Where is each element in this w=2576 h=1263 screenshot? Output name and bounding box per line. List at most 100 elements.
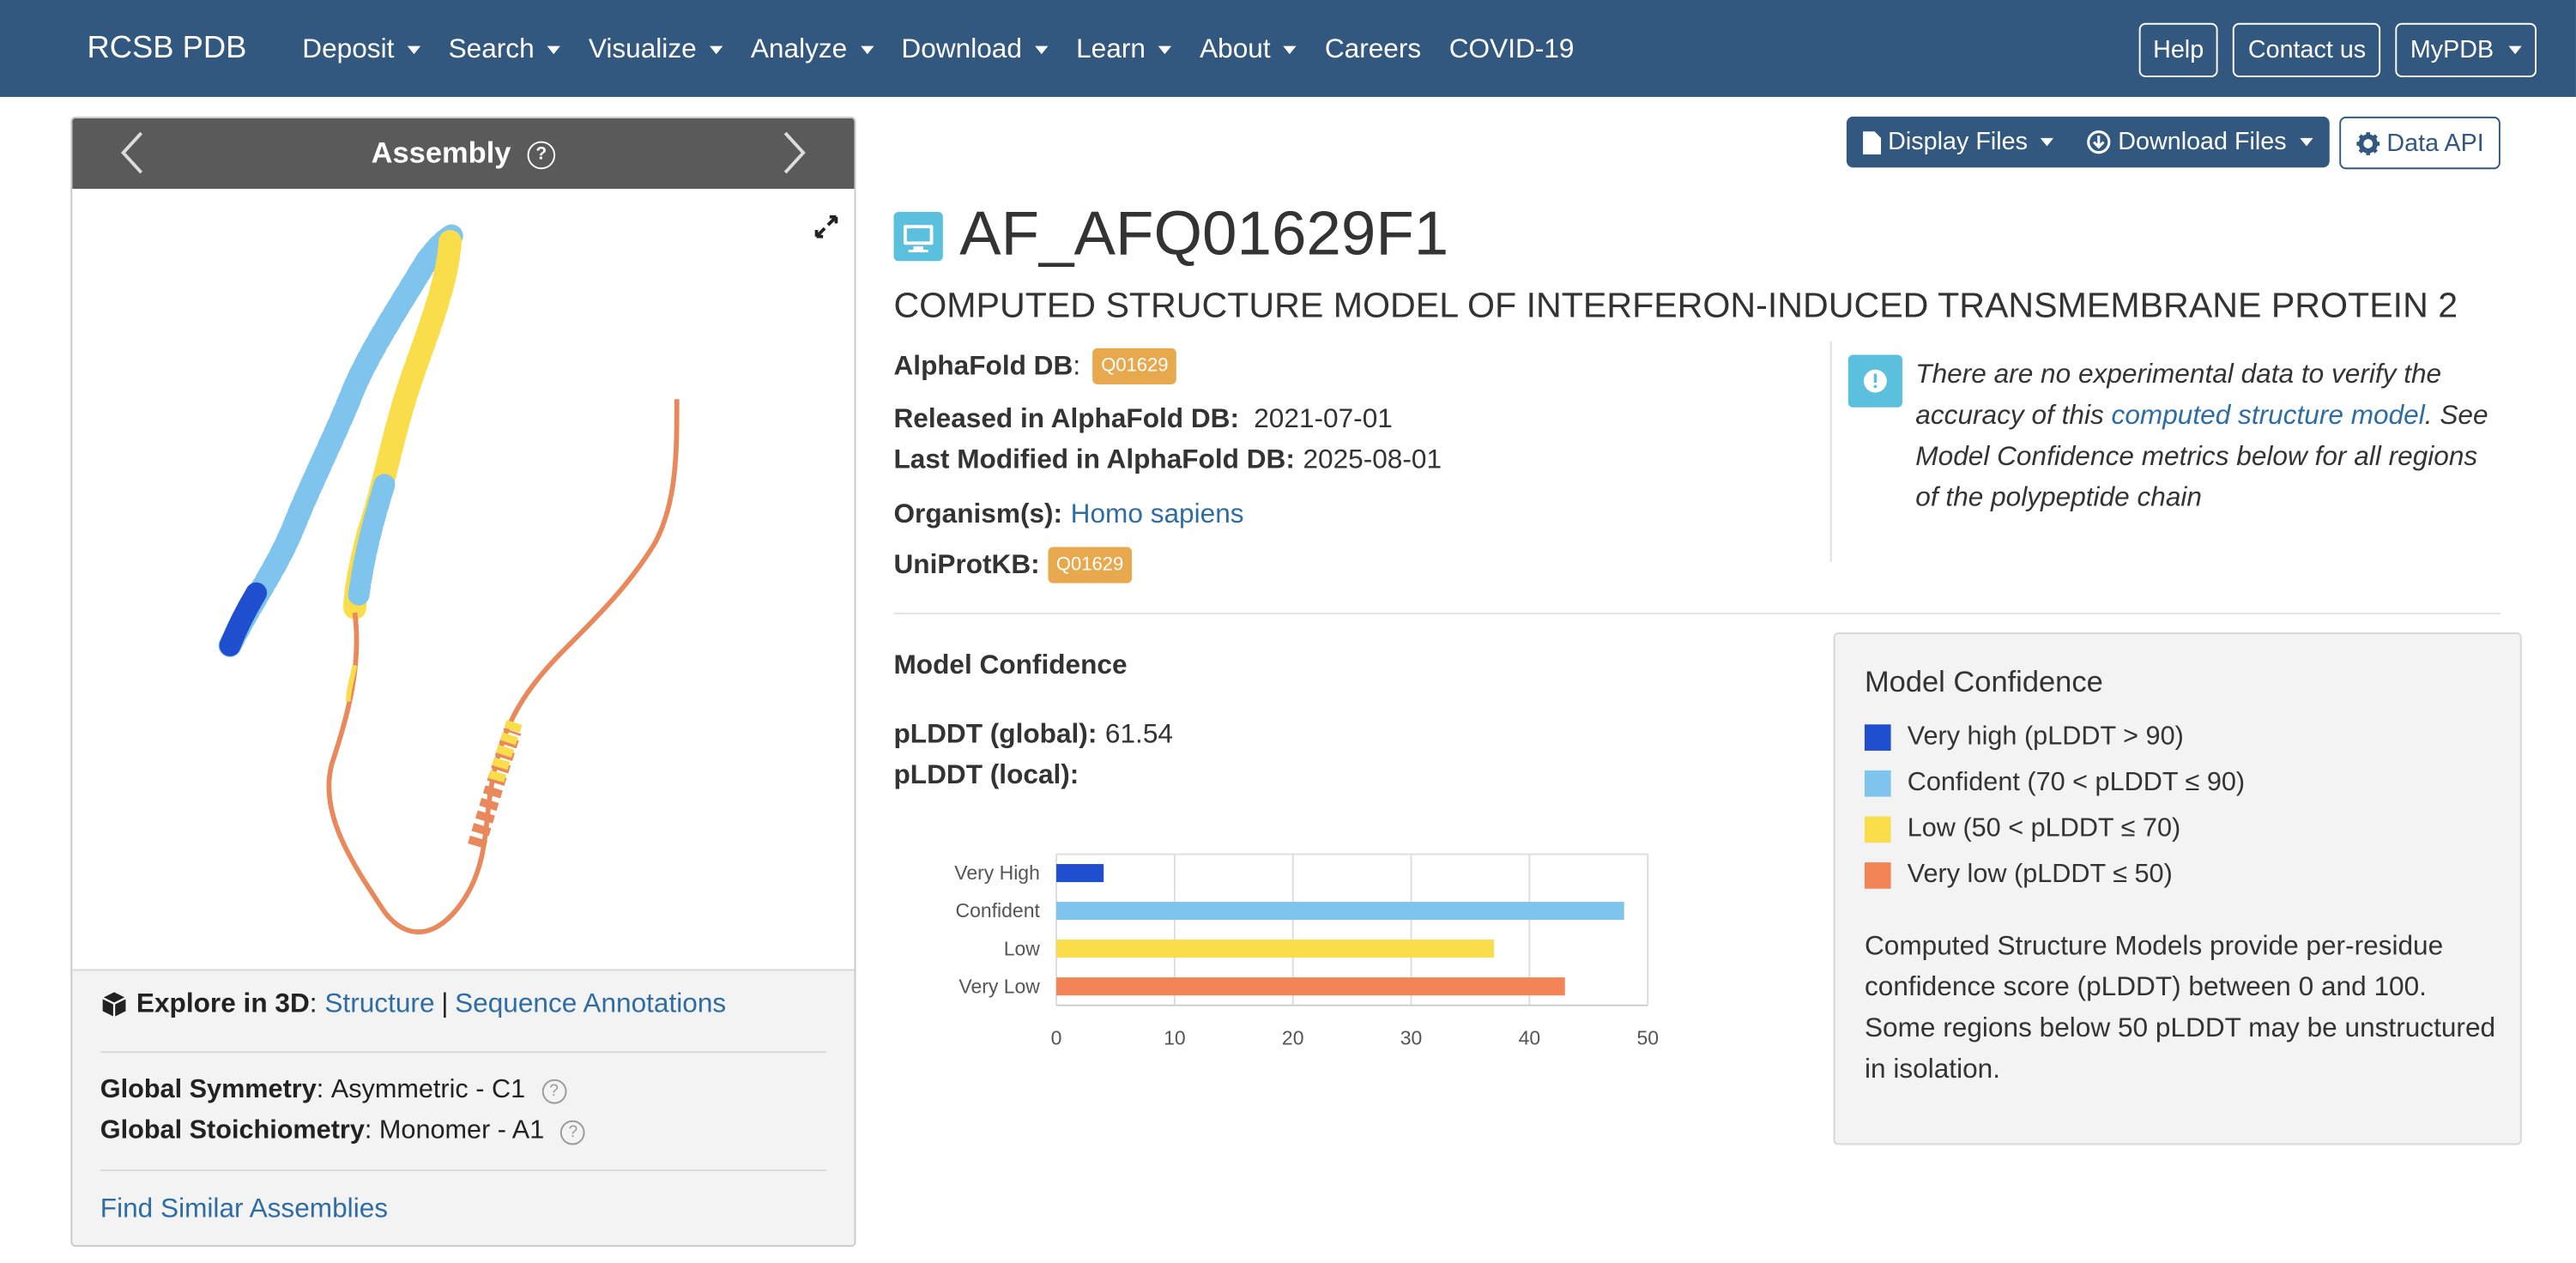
data-api-label: Data API [2386, 129, 2484, 157]
chevron-down-icon [547, 45, 561, 55]
bar-low [1056, 940, 1495, 958]
help-icon[interactable]: ? [527, 141, 556, 170]
chevron-down-icon [2299, 137, 2313, 147]
x-tick-label: 40 [1519, 1027, 1541, 1049]
global-stoichiometry-value: Monomer - A1 [378, 1116, 545, 1145]
colon-text: : [316, 1075, 331, 1104]
x-tick-label: 50 [1636, 1027, 1659, 1049]
file-button-group: Display Files Download Files [1847, 116, 2330, 168]
assembly-title-text: Assembly [371, 136, 511, 170]
last-modified-value: 2025-08-01 [1303, 444, 1442, 475]
chevron-down-icon [407, 45, 421, 55]
colon-text: : [1073, 350, 1088, 381]
exclamation-icon [1864, 369, 1887, 393]
y-category-label: Low [1004, 937, 1041, 959]
sequence-annotations-link[interactable]: Sequence Annotations [455, 989, 726, 1020]
assembly-panel: Assembly? Explore in 3D: Structure | Seq… [70, 116, 856, 1248]
released-row: Released in AlphaFold DB: 2021-07-01 [893, 404, 1392, 435]
nav-item-analyze[interactable]: Analyze [751, 34, 874, 65]
download-files-label: Download Files [2118, 128, 2287, 156]
separator: | [441, 988, 449, 1018]
alphafold-id-badge[interactable]: Q01629 [1092, 347, 1177, 384]
legend-item-very-high: Very high (pLDDT > 90) [1864, 722, 2184, 752]
chevron-right-icon[interactable] [769, 128, 818, 177]
divider [893, 613, 2500, 615]
bar-very-high [1056, 864, 1104, 883]
last-modified-row: Last Modified in AlphaFold DB: 2025-08-01 [893, 445, 1442, 476]
uniprot-id-badge[interactable]: Q01629 [1048, 547, 1132, 583]
display-files-label: Display Files [1888, 128, 2028, 156]
entry-id: AF_AFQ01629F1 [959, 200, 1449, 269]
legend-label: Very high (pLDDT > 90) [1907, 722, 2184, 751]
chevron-down-icon [710, 45, 723, 55]
mypdb-button[interactable]: MyPDB [2395, 22, 2537, 77]
nav-item-about[interactable]: About [1200, 34, 1297, 65]
chevron-down-icon [1158, 45, 1172, 55]
y-category-label: Very Low [958, 975, 1040, 997]
last-modified-label: Last Modified in AlphaFold DB: [893, 444, 1295, 475]
cube-icon [102, 992, 126, 1018]
data-api-button[interactable]: Data API [2338, 116, 2500, 170]
bar-very-low [1056, 977, 1565, 996]
chevron-down-icon [1283, 45, 1297, 55]
bar-confident [1056, 902, 1624, 921]
nav-item-label: Learn [1076, 34, 1146, 64]
global-symmetry-value: Asymmetric - C1 [330, 1075, 526, 1104]
nav-item-learn[interactable]: Learn [1076, 34, 1172, 65]
global-stoichiometry-row: Global Stoichiometry: Monomer - A1? [100, 1116, 586, 1146]
nav-item-covid[interactable]: COVID-19 [1449, 34, 1575, 65]
nav-item-label: About [1200, 34, 1271, 64]
y-category-label: Confident [956, 899, 1041, 922]
gear-icon [2355, 131, 2379, 154]
computed-model-icon [893, 211, 943, 261]
nav-item-label: Careers [1324, 34, 1422, 64]
released-label: Released in AlphaFold DB: [893, 403, 1240, 434]
help-icon[interactable]: ? [541, 1078, 566, 1103]
divider [100, 1169, 826, 1172]
x-tick-label: 10 [1164, 1027, 1186, 1049]
entry-title-row: AF_AFQ01629F1 [893, 201, 1448, 271]
chevron-down-icon [2508, 45, 2522, 55]
uniprot-label: UniProtKB: [893, 549, 1040, 579]
nav-item-deposit[interactable]: Deposit [302, 34, 421, 65]
nav-item-label: COVID-19 [1448, 34, 1575, 64]
legend-item-confident: Confident (70 < pLDDT ≤ 90) [1864, 768, 2246, 798]
assembly-header: Assembly? [72, 118, 855, 190]
computed-structure-model-link[interactable]: computed structure model [2112, 401, 2425, 430]
uniprot-row: UniProtKB: Q01629 [893, 547, 1132, 583]
help-icon[interactable]: ? [560, 1119, 586, 1145]
download-files-button[interactable]: Download Files [2071, 128, 2330, 156]
help-button[interactable]: Help [2138, 22, 2219, 77]
chevron-down-icon [860, 45, 874, 55]
legend-label: Confident (70 < pLDDT ≤ 90) [1907, 768, 2246, 797]
nav-item-visualize[interactable]: Visualize [589, 34, 723, 65]
nav-item-careers[interactable]: Careers [1325, 34, 1421, 65]
structure-link[interactable]: Structure [324, 989, 434, 1020]
nav-item-download[interactable]: Download [901, 34, 1049, 65]
divider [100, 1051, 826, 1054]
contact-button[interactable]: Contact us [2233, 22, 2381, 77]
organism-link[interactable]: Homo sapiens [1071, 499, 1244, 530]
alphafold-db-row: AlphaFold DB: Q01629 [893, 347, 1177, 384]
legend-swatch [1864, 862, 1891, 889]
expand-icon[interactable] [814, 215, 838, 239]
plddt-global-label: pLDDT (global): [893, 719, 1098, 750]
find-similar-assemblies-link[interactable]: Find Similar Assemblies [100, 1194, 388, 1225]
brand-logo[interactable]: RCSB PDB [87, 31, 246, 67]
plddt-bar-chart: 0 10 20 30 40 50 Very High Confident Low Very Low [954, 853, 1659, 1049]
legend-label: Very low (pLDDT ≤ 50) [1907, 861, 2173, 889]
structure-3d-viewer[interactable] [72, 189, 855, 971]
display-files-button[interactable]: Display Files [1847, 128, 2070, 156]
released-value: 2021-07-01 [1254, 403, 1393, 434]
plddt-local-label: pLDDT (local): [893, 760, 1079, 790]
chevron-down-icon [1035, 45, 1049, 55]
explore-3d-label: Explore in 3D [136, 988, 310, 1018]
global-stoichiometry-label: Global Stoichiometry [100, 1116, 365, 1145]
plddt-global-value: 61.54 [1104, 719, 1173, 750]
legend-label: Low (50 < pLDDT ≤ 70) [1907, 814, 2181, 843]
nav-item-label: Download [901, 34, 1022, 64]
computed-model-notice: There are no experimental data to verify… [1829, 341, 2506, 562]
nav-item-search[interactable]: Search [449, 34, 561, 65]
legend-swatch [1864, 724, 1891, 751]
model-confidence-title: Model Confidence [893, 650, 1128, 680]
